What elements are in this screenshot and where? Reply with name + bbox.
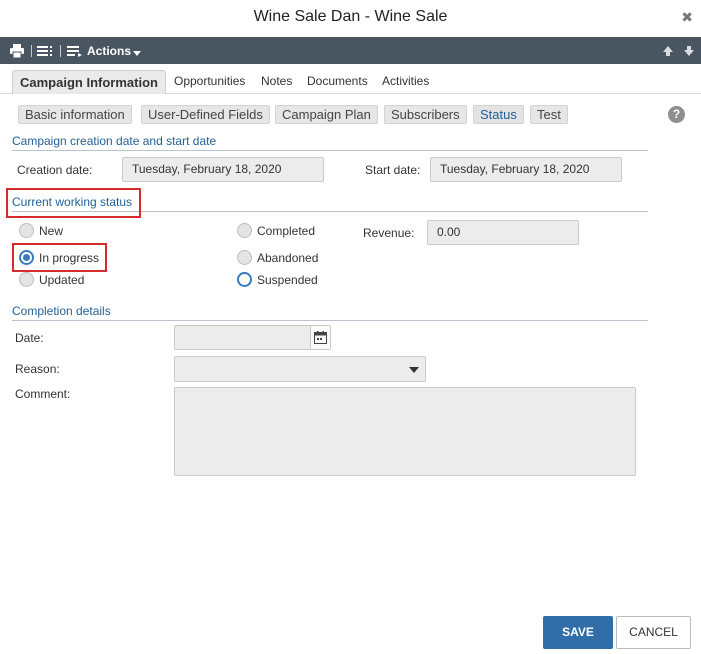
arrow-up-icon[interactable] — [662, 37, 674, 64]
tab-notes[interactable]: Notes — [261, 70, 292, 94]
toolbar-divider — [60, 45, 61, 57]
save-button[interactable]: SAVE — [543, 616, 613, 649]
radio-circle — [237, 250, 252, 265]
toolbar-divider — [31, 45, 32, 57]
window-titlebar: Wine Sale Dan - Wine Sale ✖ — [0, 0, 701, 37]
section-heading-completion: Completion details — [12, 304, 648, 321]
list-menu-icon[interactable] — [37, 37, 53, 64]
tab-documents[interactable]: Documents — [307, 70, 368, 94]
cancel-button[interactable]: CANCEL — [616, 616, 691, 649]
start-date-label: Start date: — [365, 163, 421, 177]
reason-label: Reason: — [15, 362, 60, 376]
tab-activities[interactable]: Activities — [382, 70, 429, 94]
actions-menu-button[interactable]: Actions — [67, 37, 142, 64]
radio-completed[interactable]: Completed — [237, 223, 315, 238]
completion-date-input[interactable] — [174, 325, 331, 350]
radio-circle — [19, 272, 34, 287]
actions-list-icon — [67, 45, 82, 57]
revenue-field: 0.00 — [427, 220, 579, 245]
subtab-campaign-plan[interactable]: Campaign Plan — [275, 105, 378, 124]
subtab-basic-information[interactable]: Basic information — [18, 105, 132, 124]
creation-date-field: Tuesday, February 18, 2020 — [122, 157, 324, 182]
radio-label-updated: Updated — [39, 272, 85, 287]
tab-campaign-information[interactable]: Campaign Information — [12, 70, 166, 94]
radio-abandoned[interactable]: Abandoned — [237, 250, 318, 265]
toolbar: Actions — [0, 37, 701, 64]
radio-suspended[interactable]: Suspended — [237, 272, 318, 287]
radio-circle — [19, 223, 34, 238]
radio-circle — [237, 223, 252, 238]
help-icon[interactable]: ? — [668, 106, 685, 123]
highlight-box-status-heading — [6, 188, 141, 218]
revenue-label: Revenue: — [363, 226, 415, 240]
subtab-user-defined-fields[interactable]: User-Defined Fields — [141, 105, 270, 124]
calendar-icon[interactable] — [310, 326, 330, 349]
start-date-field: Tuesday, February 18, 2020 — [430, 157, 622, 182]
chevron-down-icon — [409, 367, 419, 373]
radio-label-new: New — [39, 223, 64, 238]
reason-select[interactable] — [174, 356, 426, 382]
radio-new[interactable]: New — [19, 223, 63, 238]
printer-icon[interactable] — [9, 37, 25, 64]
chevron-down-icon — [133, 50, 142, 56]
radio-label-completed: Completed — [257, 223, 316, 238]
subtab-test[interactable]: Test — [530, 105, 568, 124]
highlight-box-in-progress — [12, 243, 107, 272]
radio-label-abandoned: Abandoned — [257, 250, 319, 265]
main-tabs: Campaign Information Opportunities Notes… — [0, 64, 701, 94]
tab-opportunities[interactable]: Opportunities — [174, 70, 245, 94]
comment-textarea[interactable] — [174, 387, 636, 476]
subtab-status[interactable]: Status — [473, 105, 524, 124]
section-heading-creation: Campaign creation date and start date — [12, 134, 648, 151]
comment-label: Comment: — [15, 387, 71, 401]
arrow-down-icon[interactable] — [683, 37, 695, 64]
radio-circle-focused — [237, 272, 252, 287]
actions-label: Actions — [87, 43, 132, 58]
radio-updated[interactable]: Updated — [19, 272, 84, 287]
close-icon[interactable]: ✖ — [681, 9, 693, 26]
radio-label-suspended: Suspended — [257, 272, 318, 287]
creation-date-label: Creation date: — [17, 163, 93, 177]
date-label: Date: — [15, 331, 44, 345]
subtab-subscribers[interactable]: Subscribers — [384, 105, 467, 124]
window-title: Wine Sale Dan - Wine Sale — [253, 8, 448, 25]
